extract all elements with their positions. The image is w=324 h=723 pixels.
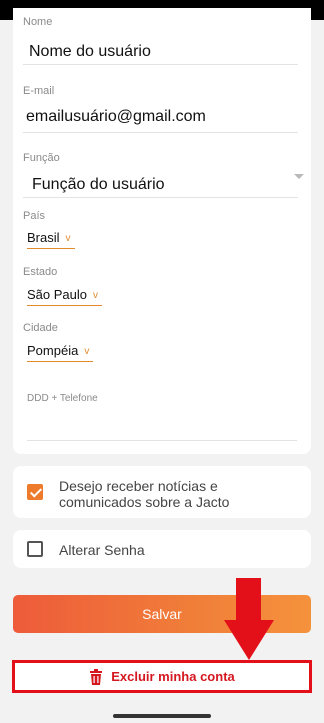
role-label: Função bbox=[23, 152, 60, 164]
annotation-arrow-shaft bbox=[236, 578, 261, 623]
city-select[interactable]: Pompéia v bbox=[27, 340, 94, 362]
name-label: Nome bbox=[23, 16, 53, 28]
country-value: Brasil bbox=[27, 230, 60, 245]
state-value: São Paulo bbox=[27, 287, 87, 302]
email-underline bbox=[23, 132, 298, 133]
phone-label: DDD + Telefone bbox=[27, 393, 98, 404]
profile-form-card: Nome Nome do usuário E-mail emailusuário… bbox=[13, 8, 311, 454]
state-label: Estado bbox=[23, 266, 58, 278]
home-gesture-handle[interactable] bbox=[113, 714, 211, 718]
city-value: Pompéia bbox=[27, 343, 79, 358]
change-password-checkbox[interactable] bbox=[27, 541, 43, 557]
delete-account-button[interactable]: Excluir minha conta bbox=[12, 660, 312, 693]
chevron-down-icon: v bbox=[84, 346, 90, 357]
role-underline bbox=[23, 197, 298, 198]
email-input[interactable]: emailusuário@gmail.com bbox=[26, 108, 206, 126]
email-label: E-mail bbox=[23, 85, 55, 97]
name-underline bbox=[23, 64, 298, 65]
trash-icon bbox=[90, 668, 103, 685]
change-password-option[interactable]: Alterar Senha bbox=[13, 530, 311, 568]
country-label: País bbox=[23, 210, 46, 222]
name-input[interactable]: Nome do usuário bbox=[29, 43, 151, 61]
delete-account-label: Excluir minha conta bbox=[111, 669, 235, 684]
role-dropdown-arrow-icon[interactable] bbox=[294, 174, 304, 179]
newsletter-text: Desejo receber notícias e comunicados so… bbox=[59, 478, 230, 510]
chevron-down-icon: v bbox=[65, 233, 71, 244]
annotation-arrow-head bbox=[224, 620, 274, 660]
role-select[interactable]: Função do usuário bbox=[32, 176, 165, 194]
country-select[interactable]: Brasil v bbox=[27, 227, 75, 249]
newsletter-checkbox[interactable] bbox=[27, 484, 43, 500]
newsletter-option[interactable]: Desejo receber notícias e comunicados so… bbox=[13, 466, 311, 518]
chevron-down-icon: v bbox=[93, 290, 98, 301]
state-select[interactable]: São Paulo v bbox=[27, 284, 102, 306]
phone-underline bbox=[27, 440, 297, 441]
city-label: Cidade bbox=[23, 322, 58, 334]
change-password-text: Alterar Senha bbox=[59, 542, 145, 558]
